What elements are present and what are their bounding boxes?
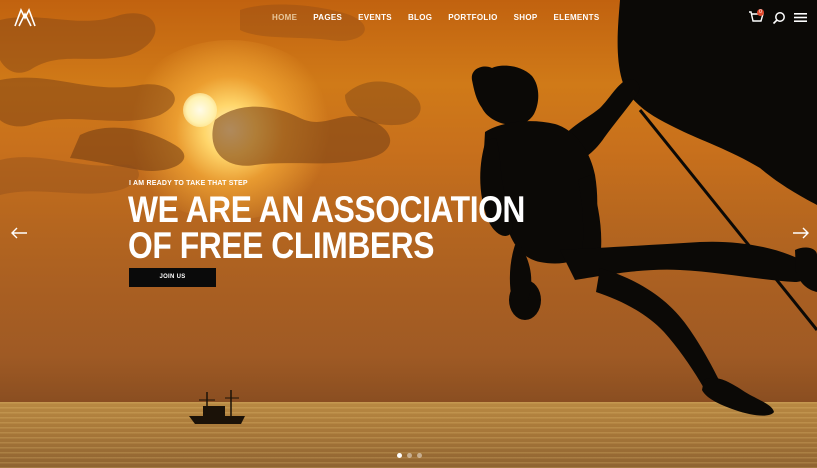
headline-line-2: OF FREE CLIMBERS [128, 225, 435, 266]
nav-item-elements[interactable]: ELEMENTS [554, 13, 600, 22]
nav-item-events[interactable]: EVENTS [358, 13, 392, 22]
cart-badge: 0 [757, 9, 764, 16]
headline-line-1: WE ARE AN ASSOCIATION [128, 189, 525, 230]
slider-dot-2[interactable] [407, 453, 412, 458]
join-us-button[interactable]: JOIN US [129, 268, 216, 287]
logo-icon[interactable] [13, 8, 37, 28]
menu-icon[interactable] [794, 12, 807, 23]
nav-item-blog[interactable]: BLOG [408, 13, 432, 22]
slider-dot-3[interactable] [417, 453, 422, 458]
nav-item-pages[interactable]: PAGES [313, 13, 342, 22]
search-icon[interactable] [772, 11, 786, 25]
slider-dot-1[interactable] [397, 453, 402, 458]
arrow-left-icon[interactable] [10, 226, 28, 240]
arrow-right-icon[interactable] [792, 226, 810, 240]
hero-headline: WE ARE AN ASSOCIATION OF FREE CLIMBERS [128, 189, 525, 266]
nav-item-portfolio[interactable]: PORTFOLIO [448, 13, 497, 22]
nav-item-shop[interactable]: SHOP [514, 13, 538, 22]
main-navigation: HOME PAGES EVENTS BLOG PORTFOLIO SHOP EL… [272, 13, 615, 22]
hero-slider: HOME PAGES EVENTS BLOG PORTFOLIO SHOP EL… [0, 0, 817, 468]
nav-item-home[interactable]: HOME [272, 13, 297, 22]
slider-pagination [397, 453, 422, 458]
hero-kicker: I AM READY TO TAKE THAT STEP [129, 180, 248, 187]
